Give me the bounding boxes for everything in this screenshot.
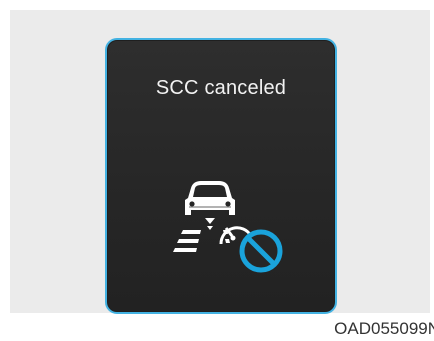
distance-arrows bbox=[205, 218, 215, 230]
status-message: SCC canceled bbox=[155, 77, 287, 99]
cancel-icon bbox=[239, 229, 283, 273]
car-icon bbox=[185, 181, 235, 215]
scc-canceled-icon bbox=[173, 181, 283, 273]
cluster-display-popup: SCC canceled bbox=[105, 38, 337, 314]
figure-code: OAD055099N bbox=[334, 319, 434, 338]
